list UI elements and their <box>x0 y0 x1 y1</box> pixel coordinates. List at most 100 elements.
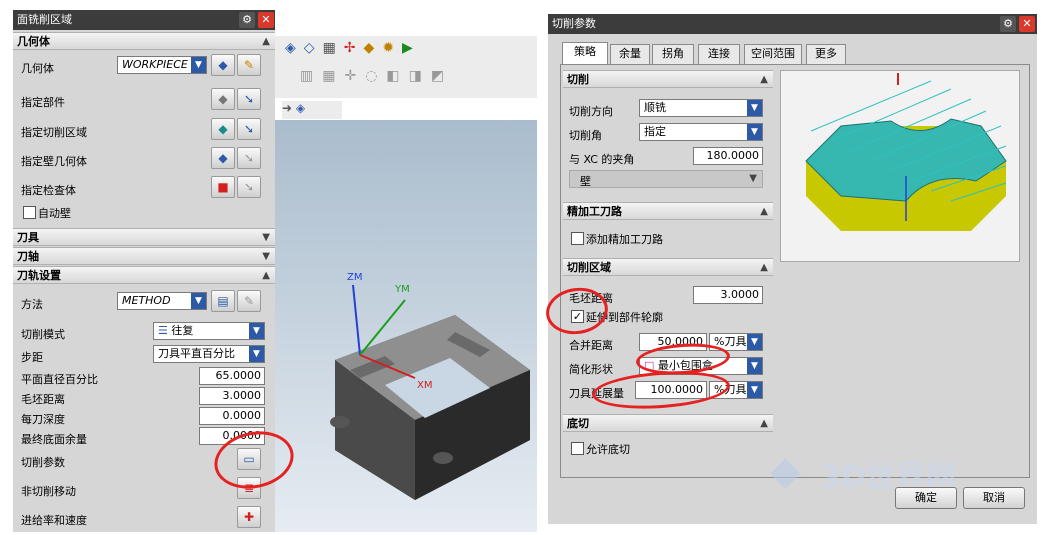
xc-angle-label: 与 XC 的夹角 <box>569 153 635 166</box>
noncut-moves-label: 非切削移动 <box>21 485 76 498</box>
cancel-button[interactable]: 取消 <box>963 487 1025 509</box>
section-cutting[interactable]: 切削 ▲ <box>563 70 773 88</box>
allow-undercut-checkbox[interactable] <box>571 442 584 455</box>
graphics-viewport[interactable]: ZM YM XM <box>275 120 537 532</box>
tab-containment[interactable]: 空间范围 <box>744 44 802 64</box>
tool-icon-3[interactable]: ✛ <box>344 68 365 84</box>
wall-geometry-icon[interactable]: ◆ <box>211 147 235 169</box>
auto-wall-checkbox[interactable] <box>23 206 36 219</box>
cut-angle-select[interactable]: 指定 ▼ <box>639 123 763 141</box>
flat-pct-label: 平面直径百分比 <box>21 373 98 386</box>
tool-icon-4[interactable]: ◌ <box>365 68 386 84</box>
cut-area-icon[interactable]: ◆ <box>211 118 235 140</box>
check-body-icon[interactable]: ■ <box>211 176 235 198</box>
depth-per-cut-input[interactable]: 0.0000 <box>199 407 265 425</box>
xm-axis-label: XM <box>417 380 432 391</box>
gear-icon[interactable]: ⚙ <box>239 12 255 28</box>
part-icon[interactable]: ◆ <box>211 88 235 110</box>
preview-svg <box>805 73 1007 231</box>
dropdown-arrow-icon[interactable]: ▼ <box>249 323 264 339</box>
dropdown-arrow-icon[interactable]: ▼ <box>747 358 762 374</box>
wrench-icon[interactable]: ✎ <box>237 290 261 312</box>
add-finish-checkbox[interactable] <box>571 232 584 245</box>
geometry-label: 几何体 <box>21 62 54 75</box>
section-geometry[interactable]: 几何体 ▲ <box>13 32 275 50</box>
chevron-down-icon[interactable]: ▼ <box>262 248 270 265</box>
section-axis-label: 刀轴 <box>17 250 39 263</box>
dropdown-arrow-icon[interactable]: ▼ <box>747 124 762 140</box>
section-cut-region[interactable]: 切削区域 ▲ <box>563 258 773 276</box>
tab-more[interactable]: 更多 <box>806 44 846 64</box>
cut-direction-select[interactable]: 顺铣 ▼ <box>639 99 763 117</box>
csys-icon[interactable]: ✢ <box>344 40 364 56</box>
tool-icon-5[interactable]: ◧ <box>386 68 408 84</box>
add-finish-label: 添加精加工刀路 <box>586 233 663 246</box>
section-axis[interactable]: 刀轴 ▼ <box>13 247 275 265</box>
section-cutting-label: 切削 <box>567 73 589 86</box>
dropdown-arrow-icon[interactable]: ▼ <box>249 346 264 362</box>
tab-strategy[interactable]: 策略 <box>562 42 608 64</box>
cancel-button-label: 取消 <box>983 491 1005 504</box>
edit-method-button[interactable]: ▤ <box>211 290 235 312</box>
arrow-right-icon[interactable]: ➜ <box>282 101 292 115</box>
wrench-icon[interactable]: ✎ <box>237 54 261 76</box>
dropdown-arrow-icon[interactable]: ▼ <box>191 57 206 73</box>
flashlight-icon[interactable]: ➘ <box>237 118 261 140</box>
chevron-up-icon[interactable]: ▲ <box>262 33 270 50</box>
section-geometry-label: 几何体 <box>17 35 50 48</box>
snap-icon[interactable]: ✹ <box>382 40 402 56</box>
stepover-label: 步距 <box>21 351 43 364</box>
tab-more-label: 更多 <box>815 47 837 60</box>
section-undercut[interactable]: 底切 ▲ <box>563 414 773 432</box>
flashlight-icon[interactable]: ➘ <box>237 147 261 169</box>
dropdown-arrow-icon[interactable]: ▼ <box>747 334 762 350</box>
tab-stock[interactable]: 余量 <box>610 44 650 64</box>
specify-wall-label: 指定壁几何体 <box>21 155 87 168</box>
flashlight-icon[interactable]: ➘ <box>237 176 261 198</box>
tool-icon-6[interactable]: ◨ <box>409 68 431 84</box>
stepover-select[interactable]: 刀具平直百分比 ▼ <box>153 345 265 363</box>
feeds-speeds-button[interactable]: ✚ <box>237 506 261 528</box>
method-select[interactable]: METHOD ▼ <box>117 292 207 310</box>
chevron-up-icon[interactable]: ▲ <box>262 267 270 284</box>
tab-connections[interactable]: 连接 <box>698 44 740 64</box>
chevron-down-icon[interactable]: ▼ <box>749 173 757 184</box>
geometry-select[interactable]: WORKPIECE ▼ <box>117 56 207 74</box>
region-blank-distance-input[interactable]: 3.0000 <box>693 286 763 304</box>
wall-subsection[interactable]: 壁 ▼ <box>569 170 763 188</box>
ok-button[interactable]: 确定 <box>895 487 957 509</box>
cut-pattern-select[interactable]: ☰ 往复 ▼ <box>153 322 265 340</box>
section-tool[interactable]: 刀具 ▼ <box>13 228 275 246</box>
dropdown-arrow-icon[interactable]: ▼ <box>747 100 762 116</box>
edit-geometry-button[interactable]: ◆ <box>211 54 235 76</box>
depth-per-cut-label: 每刀深度 <box>21 413 65 426</box>
tool-icon-1[interactable]: ▥ <box>300 68 322 84</box>
blank-distance-input[interactable]: 3.0000 <box>199 387 265 405</box>
flashlight-icon[interactable]: ➘ <box>237 88 261 110</box>
tool-icon-7[interactable]: ◩ <box>431 68 453 84</box>
chevron-up-icon[interactable]: ▲ <box>760 203 768 220</box>
flat-pct-input[interactable]: 65.0000 <box>199 367 265 385</box>
play-icon[interactable]: ▶ <box>402 40 421 56</box>
section-path-settings[interactable]: 刀轨设置 ▲ <box>13 266 275 284</box>
chevron-down-icon[interactable]: ▼ <box>262 229 270 246</box>
section-finish-passes[interactable]: 精加工刀路 ▲ <box>563 202 773 220</box>
dropdown-arrow-icon[interactable]: ▼ <box>747 382 762 398</box>
cut-pattern-value: 往复 <box>171 324 194 337</box>
list-icon[interactable]: ▦ <box>323 40 344 56</box>
view-icon[interactable]: ◈ <box>285 40 304 56</box>
chevron-up-icon[interactable]: ▲ <box>760 259 768 276</box>
close-icon[interactable]: ✕ <box>1019 16 1035 32</box>
right-dialog-title: 切削参数 ⚙ ✕ <box>548 14 1037 34</box>
chevron-up-icon[interactable]: ▲ <box>760 415 768 432</box>
cube-icon[interactable]: ◈ <box>296 101 305 115</box>
tab-corners[interactable]: 拐角 <box>652 44 694 64</box>
dropdown-arrow-icon[interactable]: ▼ <box>191 293 206 309</box>
chevron-up-icon[interactable]: ▲ <box>760 71 768 88</box>
xc-angle-input[interactable]: 180.0000 <box>693 147 763 165</box>
gear-icon[interactable]: ⚙ <box>1000 16 1016 32</box>
measure-icon[interactable]: ◆ <box>364 40 383 56</box>
layer-icon[interactable]: ◇ <box>304 40 323 56</box>
close-icon[interactable]: ✕ <box>258 12 274 28</box>
tool-icon-2[interactable]: ▦ <box>322 68 344 84</box>
